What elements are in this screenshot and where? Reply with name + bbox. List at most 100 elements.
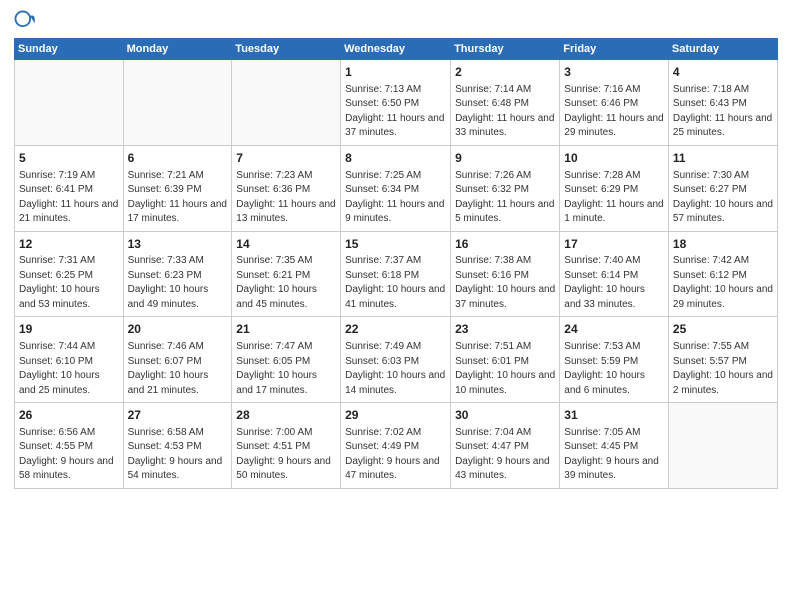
day-number: 28 [236, 407, 336, 424]
day-detail: Sunrise: 7:42 AM Sunset: 6:12 PM Dayligh… [673, 254, 773, 312]
day-number: 31 [564, 407, 664, 424]
calendar-cell: 30 Sunrise: 7:04 AM Sunset: 4:47 PM Dayli… [451, 403, 560, 489]
day-number: 12 [19, 236, 119, 253]
calendar-cell: 17Sunrise: 7:40 AM Sunset: 6:14 PM Dayli… [560, 231, 669, 317]
day-number: 5 [19, 150, 119, 167]
weekday-header-sunday: Sunday [15, 39, 124, 60]
day-detail: Sunrise: 7:51 AM Sunset: 6:01 PM Dayligh… [455, 340, 555, 398]
weekday-header-friday: Friday [560, 39, 669, 60]
day-detail: Sunrise: 7:26 AM Sunset: 6:32 PM Dayligh… [455, 169, 555, 227]
calendar-cell: 26Sunrise: 6:56 AM Sunset: 4:55 PM Dayli… [15, 403, 124, 489]
weekday-header-row: SundayMondayTuesdayWednesdayThursdayFrid… [15, 39, 778, 60]
day-detail: Sunrise: 7:40 AM Sunset: 6:14 PM Dayligh… [564, 254, 664, 312]
day-detail: Sunrise: 7:02 AM Sunset: 4:49 PM Dayligh… [345, 426, 446, 484]
logo [14, 10, 40, 32]
day-detail: Sunrise: 7:04 AM Sunset: 4:47 PM Dayligh… [455, 426, 555, 484]
day-detail: Sunrise: 7:13 AM Sunset: 6:50 PM Dayligh… [345, 83, 446, 141]
calendar-cell: 10Sunrise: 7:28 AM Sunset: 6:29 PM Dayli… [560, 145, 669, 231]
calendar-cell: 8Sunrise: 7:25 AM Sunset: 6:34 PM Daylig… [341, 145, 451, 231]
weekday-header-wednesday: Wednesday [341, 39, 451, 60]
day-detail: Sunrise: 7:44 AM Sunset: 6:10 PM Dayligh… [19, 340, 119, 398]
day-detail: Sunrise: 7:35 AM Sunset: 6:21 PM Dayligh… [236, 254, 336, 312]
calendar-table: SundayMondayTuesdayWednesdayThursdayFrid… [14, 38, 778, 489]
day-detail: Sunrise: 7:49 AM Sunset: 6:03 PM Dayligh… [345, 340, 446, 398]
calendar-cell: 31 Sunrise: 7:05 AM Sunset: 4:45 PM Dayli… [560, 403, 669, 489]
day-number: 20 [128, 321, 228, 338]
calendar-cell [668, 403, 777, 489]
day-detail: Sunrise: 7:46 AM Sunset: 6:07 PM Dayligh… [128, 340, 228, 398]
day-detail: Sunrise: 7:28 AM Sunset: 6:29 PM Dayligh… [564, 169, 664, 227]
calendar-cell: 28Sunrise: 7:00 AM Sunset: 4:51 PM Dayli… [232, 403, 341, 489]
day-number: 26 [19, 407, 119, 424]
day-detail: Sunrise: 7:38 AM Sunset: 6:16 PM Dayligh… [455, 254, 555, 312]
calendar-cell: 21 Sunrise: 7:47 AM Sunset: 6:05 PM Dayli… [232, 317, 341, 403]
day-number: 23 [455, 321, 555, 338]
calendar-cell: 4Sunrise: 7:18 AM Sunset: 6:43 PM Daylig… [668, 60, 777, 146]
day-number: 2 [455, 64, 555, 81]
calendar-cell: 22 Sunrise: 7:49 AM Sunset: 6:03 PM Dayli… [341, 317, 451, 403]
day-detail: Sunrise: 7:05 AM Sunset: 4:45 PM Dayligh… [564, 426, 664, 484]
day-number: 3 [564, 64, 664, 81]
calendar-cell: 1 Sunrise: 7:13 AM Sunset: 6:50 PM Daylig… [341, 60, 451, 146]
calendar-cell: 12Sunrise: 7:31 AM Sunset: 6:25 PM Dayli… [15, 231, 124, 317]
day-number: 29 [345, 407, 446, 424]
calendar-cell: 6 Sunrise: 7:21 AM Sunset: 6:39 PM Daylig… [123, 145, 232, 231]
calendar-cell: 27 Sunrise: 6:58 AM Sunset: 4:53 PM Dayli… [123, 403, 232, 489]
day-detail: Sunrise: 7:18 AM Sunset: 6:43 PM Dayligh… [673, 83, 773, 141]
calendar-cell: 20 Sunrise: 7:46 AM Sunset: 6:07 PM Dayli… [123, 317, 232, 403]
weekday-header-thursday: Thursday [451, 39, 560, 60]
day-number: 14 [236, 236, 336, 253]
day-number: 25 [673, 321, 773, 338]
calendar-cell: 2Sunrise: 7:14 AM Sunset: 6:48 PM Daylig… [451, 60, 560, 146]
calendar-cell: 11Sunrise: 7:30 AM Sunset: 6:27 PM Dayli… [668, 145, 777, 231]
calendar-cell: 7 Sunrise: 7:23 AM Sunset: 6:36 PM Daylig… [232, 145, 341, 231]
day-number: 21 [236, 321, 336, 338]
day-detail: Sunrise: 7:31 AM Sunset: 6:25 PM Dayligh… [19, 254, 119, 312]
day-number: 15 [345, 236, 446, 253]
day-number: 27 [128, 407, 228, 424]
weekday-header-tuesday: Tuesday [232, 39, 341, 60]
day-number: 1 [345, 64, 446, 81]
day-number: 9 [455, 150, 555, 167]
day-detail: Sunrise: 7:33 AM Sunset: 6:23 PM Dayligh… [128, 254, 228, 312]
weekday-header-monday: Monday [123, 39, 232, 60]
day-number: 6 [128, 150, 228, 167]
day-number: 13 [128, 236, 228, 253]
day-number: 8 [345, 150, 446, 167]
day-detail: Sunrise: 7:21 AM Sunset: 6:39 PM Dayligh… [128, 169, 228, 227]
week-row-1: 5 Sunrise: 7:19 AM Sunset: 6:41 PM Daylig… [15, 145, 778, 231]
day-number: 7 [236, 150, 336, 167]
calendar-cell: 24Sunrise: 7:53 AM Sunset: 5:59 PM Dayli… [560, 317, 669, 403]
week-row-0: 1 Sunrise: 7:13 AM Sunset: 6:50 PM Daylig… [15, 60, 778, 146]
day-detail: Sunrise: 7:30 AM Sunset: 6:27 PM Dayligh… [673, 169, 773, 227]
calendar-cell: 13Sunrise: 7:33 AM Sunset: 6:23 PM Dayli… [123, 231, 232, 317]
day-number: 22 [345, 321, 446, 338]
day-number: 19 [19, 321, 119, 338]
day-detail: Sunrise: 6:58 AM Sunset: 4:53 PM Dayligh… [128, 426, 228, 484]
day-detail: Sunrise: 7:23 AM Sunset: 6:36 PM Dayligh… [236, 169, 336, 227]
day-detail: Sunrise: 7:47 AM Sunset: 6:05 PM Dayligh… [236, 340, 336, 398]
calendar-cell [123, 60, 232, 146]
day-number: 17 [564, 236, 664, 253]
calendar-cell: 29 Sunrise: 7:02 AM Sunset: 4:49 PM Dayli… [341, 403, 451, 489]
calendar-cell: 23 Sunrise: 7:51 AM Sunset: 6:01 PM Dayli… [451, 317, 560, 403]
day-number: 30 [455, 407, 555, 424]
day-detail: Sunrise: 7:37 AM Sunset: 6:18 PM Dayligh… [345, 254, 446, 312]
calendar-cell: 18Sunrise: 7:42 AM Sunset: 6:12 PM Dayli… [668, 231, 777, 317]
calendar-cell: 14Sunrise: 7:35 AM Sunset: 6:21 PM Dayli… [232, 231, 341, 317]
week-row-2: 12Sunrise: 7:31 AM Sunset: 6:25 PM Dayli… [15, 231, 778, 317]
week-row-3: 19 Sunrise: 7:44 AM Sunset: 6:10 PM Dayli… [15, 317, 778, 403]
day-number: 18 [673, 236, 773, 253]
day-detail: Sunrise: 7:19 AM Sunset: 6:41 PM Dayligh… [19, 169, 119, 227]
day-detail: Sunrise: 7:16 AM Sunset: 6:46 PM Dayligh… [564, 83, 664, 141]
day-detail: Sunrise: 7:53 AM Sunset: 5:59 PM Dayligh… [564, 340, 664, 398]
page-container: SundayMondayTuesdayWednesdayThursdayFrid… [0, 0, 792, 499]
calendar-cell: 5 Sunrise: 7:19 AM Sunset: 6:41 PM Daylig… [15, 145, 124, 231]
header [14, 10, 778, 32]
calendar-cell: 16Sunrise: 7:38 AM Sunset: 6:16 PM Dayli… [451, 231, 560, 317]
calendar-cell: 9 Sunrise: 7:26 AM Sunset: 6:32 PM Daylig… [451, 145, 560, 231]
calendar-cell [232, 60, 341, 146]
logo-icon [14, 10, 36, 32]
weekday-header-saturday: Saturday [668, 39, 777, 60]
calendar-cell: 15Sunrise: 7:37 AM Sunset: 6:18 PM Dayli… [341, 231, 451, 317]
